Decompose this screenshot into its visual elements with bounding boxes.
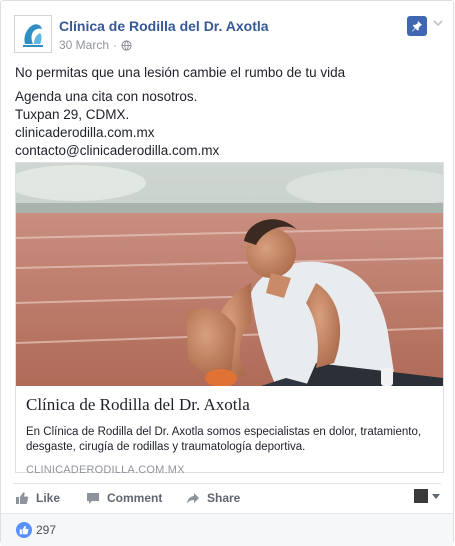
post-line: No permitas que una lesión cambie el rum… <box>15 65 346 80</box>
chevron-down-icon <box>432 493 440 499</box>
thumbs-up-icon <box>19 525 29 535</box>
link-preview-description: En Clínica de Rodilla del Dr. Axotla som… <box>26 426 422 453</box>
link-preview-info: Clínica de Rodilla del Dr. Axotla En Clí… <box>26 395 436 476</box>
reaction-count: 297 <box>36 523 57 537</box>
link-preview[interactable]: Clínica de Rodilla del Dr. Axotla En Clí… <box>15 162 444 476</box>
knee-logo-icon <box>15 16 51 52</box>
post-options-chevron-icon[interactable] <box>431 16 445 30</box>
comment-icon <box>87 493 99 504</box>
pinned-post-button[interactable] <box>407 16 427 36</box>
pin-icon <box>412 21 422 32</box>
post-as-selector[interactable] <box>414 489 440 503</box>
share-label: Share <box>207 491 241 505</box>
post-meta: 30 March · <box>59 38 132 52</box>
actions-divider <box>13 483 441 484</box>
meta-separator: · <box>113 38 118 52</box>
comment-button[interactable]: Comment <box>86 491 162 505</box>
thumbs-up-icon <box>16 492 29 504</box>
athlete-photo <box>16 163 443 386</box>
comment-label: Comment <box>107 491 163 505</box>
post-email[interactable]: contacto@clinicaderodilla.com.mx <box>15 142 440 160</box>
post-link[interactable]: clinicaderodilla.com.mx <box>15 124 440 142</box>
post-line: Agenda una cita con nosotros. <box>15 89 198 104</box>
like-label: Like <box>36 491 61 505</box>
reaction-summary[interactable]: 297 <box>16 522 56 538</box>
share-arrow-icon <box>187 493 199 504</box>
page-avatar[interactable] <box>14 15 52 53</box>
post-line: Tuxpan 29, CDMX. <box>15 107 130 122</box>
like-reaction-icon <box>16 522 32 538</box>
post-date[interactable]: 30 March <box>59 38 109 52</box>
share-button[interactable]: Share <box>186 491 240 505</box>
link-preview-domain: CLINICADERODILLA.COM.MX <box>26 464 185 476</box>
page-name-link[interactable]: Clínica de Rodilla del Dr. Axotla <box>59 18 269 34</box>
post-card: Clínica de Rodilla del Dr. Axotla 30 Mar… <box>0 0 454 546</box>
globe-icon <box>121 39 132 51</box>
post-message: No permitas que una lesión cambie el rum… <box>15 64 440 160</box>
like-button[interactable]: Like <box>15 491 60 505</box>
reactions-bar: 297 <box>1 513 453 546</box>
link-preview-title[interactable]: Clínica de Rodilla del Dr. Axotla <box>26 395 436 415</box>
viewer-avatar <box>414 489 428 503</box>
link-preview-image[interactable] <box>16 163 443 386</box>
